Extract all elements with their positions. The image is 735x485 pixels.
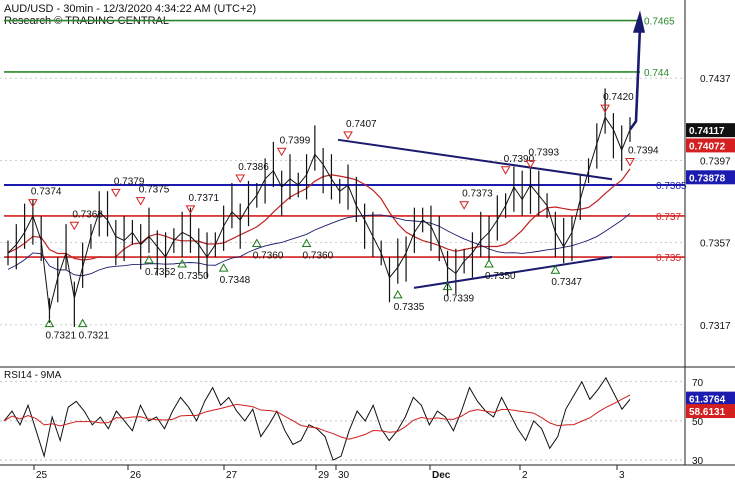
peak-label: 0.7375: [139, 185, 170, 196]
peak-label: 0.7394: [628, 146, 659, 157]
trough-label: 0.7350: [178, 271, 209, 282]
current-price-tag: 0.74117: [689, 126, 725, 137]
trough-label: 0.7321: [79, 331, 110, 342]
x-tick-label: 30: [338, 470, 350, 480]
rsi-value-tag: 61.3764: [689, 395, 726, 406]
peak-label: 0.7407: [346, 119, 377, 130]
pivot-tag: 0.73878: [689, 173, 726, 184]
y-tick-label: 0.7357: [700, 239, 731, 250]
trough-label: 0.7350: [485, 271, 516, 282]
x-tick-label: 27: [226, 470, 238, 480]
trough-label: 0.7360: [303, 250, 334, 261]
x-tick-label: 2: [522, 470, 528, 480]
level-label: 0.737: [656, 212, 681, 223]
level-label: 0.744: [644, 68, 669, 79]
x-tick-label: Dec: [432, 470, 451, 480]
peak-label: 0.7374: [31, 187, 62, 198]
price-rsi-chart: AUD/USD - 30min - 12/3/2020 4:34:22 AM (…: [0, 0, 735, 481]
trough-label: 0.7321: [45, 331, 76, 342]
y-tick-label: 0.7317: [700, 321, 731, 332]
rsi-ma-tag: 58.6131: [689, 407, 726, 418]
x-tick-label: 25: [36, 470, 48, 480]
trough-label: 0.7335: [394, 302, 425, 313]
y-tick-label: 0.7437: [700, 74, 731, 85]
level-label: 0.735: [656, 253, 681, 264]
x-tick-label: 26: [130, 470, 142, 480]
level-label: 0.7465: [644, 17, 675, 28]
peak-label: 0.7393: [528, 148, 559, 159]
peak-label: 0.7386: [238, 162, 269, 173]
x-tick-label: 29: [318, 470, 330, 480]
trough-label: 0.7348: [220, 275, 251, 286]
x-tick-label: 3: [619, 470, 625, 480]
peak-label: 0.7399: [280, 135, 311, 146]
level-label: 0.7385: [656, 181, 687, 192]
trough-label: 0.7352: [145, 267, 176, 278]
rsi-tick-label: 30: [692, 456, 704, 467]
chart-title: AUD/USD - 30min - 12/3/2020 4:34:22 AM (…: [4, 3, 256, 15]
trough-label: 0.7360: [253, 250, 284, 261]
trough-label: 0.7339: [444, 294, 475, 305]
peak-label: 0.7420: [603, 92, 634, 103]
ma-value-tag: 0.74072: [689, 141, 726, 152]
y-tick-label: 0.7397: [700, 156, 731, 167]
trough-label: 0.7347: [551, 277, 582, 288]
rsi-tick-label: 50: [692, 417, 704, 428]
chart-stage: AUD/USD - 30min - 12/3/2020 4:34:22 AM (…: [0, 0, 735, 481]
rsi-tick-label: 70: [692, 378, 704, 389]
peak-label: 0.7373: [462, 189, 493, 200]
peak-label: 0.7363: [72, 209, 103, 220]
rsi-title: RSI14 - 9MA: [4, 370, 62, 381]
peak-label: 0.7371: [188, 193, 219, 204]
